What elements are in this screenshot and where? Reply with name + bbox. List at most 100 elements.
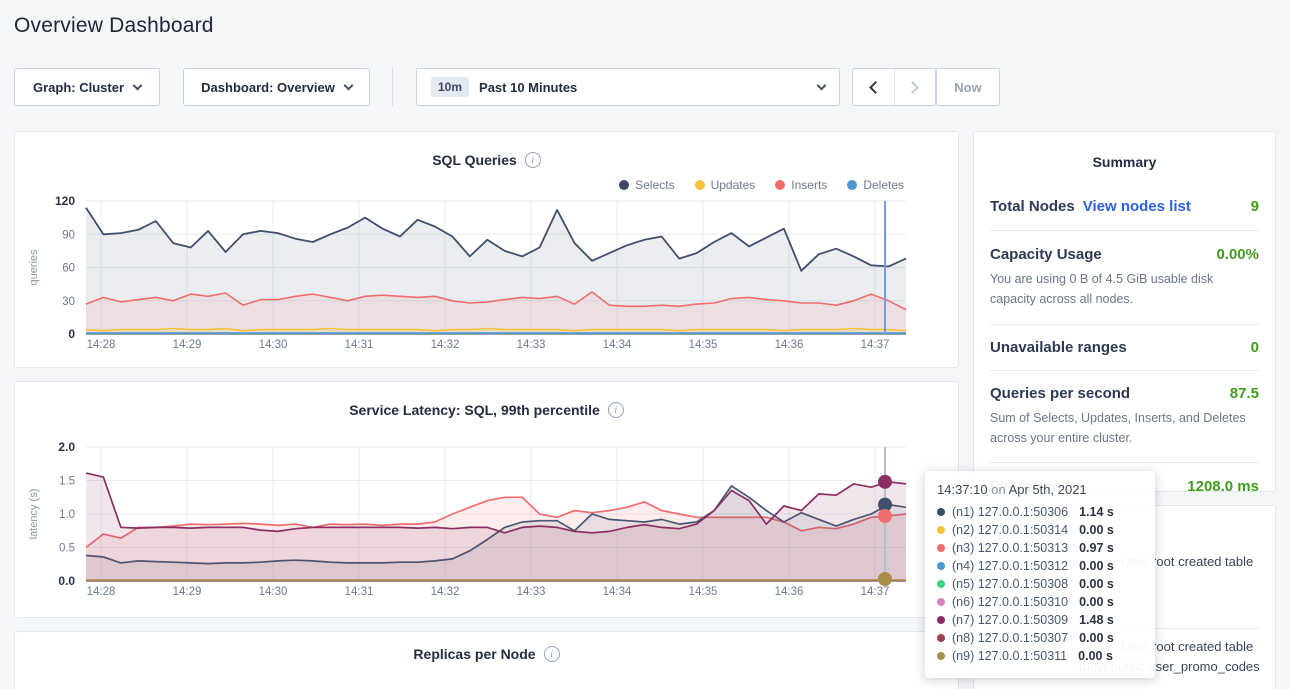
svg-text:14:33: 14:33 [517, 586, 546, 598]
time-step-buttons [852, 68, 936, 106]
total-nodes-row: Total Nodes View nodes list 9 [990, 198, 1259, 215]
series-dot [937, 634, 945, 642]
tooltip-node-list: (n1) 127.0.0.1:50306 1.14 s (n2) 127.0.0.1… [937, 503, 1143, 665]
tooltip-node-address: (n8) 127.0.0.1:50307 [952, 631, 1068, 645]
separator [990, 230, 1259, 231]
svg-text:14:32: 14:32 [431, 586, 460, 598]
tooltip-node-address: (n7) 127.0.0.1:50309 [952, 613, 1068, 627]
time-range-label: Past 10 Minutes [479, 80, 577, 95]
total-nodes-label: Total Nodes [990, 198, 1075, 215]
service-latency-chart[interactable]: 14:28 14:29 14:30 14:31 14:32 14:33 14:34 14:35… [15, 382, 958, 617]
tooltip-node-address: (n9) 127.0.0.1:50311 [952, 649, 1067, 663]
svg-text:120: 120 [55, 194, 75, 208]
time-range-dropdown[interactable]: 10m Past 10 Minutes [416, 68, 840, 106]
svg-text:14:30: 14:30 [259, 339, 288, 351]
tooltip-node-value: 0.00 s [1078, 649, 1113, 663]
view-nodes-list-link[interactable]: View nodes list [1083, 198, 1191, 215]
unavailable-ranges-label: Unavailable ranges [990, 339, 1127, 356]
svg-text:14:29: 14:29 [173, 586, 202, 598]
svg-text:30: 30 [62, 296, 75, 308]
svg-text:1.5: 1.5 [59, 476, 75, 488]
svg-text:14:31: 14:31 [345, 339, 374, 351]
series-dot [937, 598, 945, 606]
separator [990, 324, 1259, 325]
tooltip-node-address: (n5) 127.0.0.1:50308 [952, 577, 1068, 591]
capacity-usage-label: Capacity Usage [990, 246, 1102, 263]
svg-text:14:34: 14:34 [603, 586, 632, 598]
queries-per-second-description: Sum of Selects, Updates, Inserts, and De… [990, 408, 1259, 448]
tooltip-node-row: (n3) 127.0.0.1:503130.97 s [937, 539, 1143, 557]
chart-title-text: Replicas per Node [413, 646, 535, 662]
svg-text:14:28: 14:28 [87, 339, 116, 351]
queries-per-second-row: Queries per second 87.5 [990, 385, 1259, 402]
queries-per-second-label: Queries per second [990, 385, 1130, 402]
next-time-button[interactable] [894, 69, 936, 105]
tooltip-node-value: 1.48 s [1079, 613, 1114, 627]
info-icon[interactable] [544, 646, 560, 662]
chevron-left-icon [869, 81, 882, 94]
svg-text:latency (s): latency (s) [28, 489, 40, 540]
prev-time-button[interactable] [853, 69, 894, 105]
unavailable-ranges-row: Unavailable ranges 0 [990, 339, 1259, 356]
toolbar-divider [392, 68, 393, 106]
tooltip-node-row: (n8) 127.0.0.1:50307 0.00 s [937, 629, 1143, 647]
page-title: Overview Dashboard [14, 14, 214, 38]
svg-text:0.0: 0.0 [58, 574, 75, 588]
graph-scope-dropdown[interactable]: Graph: Cluster [14, 68, 160, 106]
queries-per-second-value: 87.5 [1230, 385, 1259, 402]
total-nodes-value: 9 [1251, 198, 1259, 215]
now-button[interactable]: Now [936, 68, 1000, 106]
svg-text:14:36: 14:36 [775, 339, 804, 351]
chevron-right-icon [906, 81, 919, 94]
tooltip-node-row: (n4) 127.0.0.1:503120.00 s [937, 557, 1143, 575]
svg-text:14:34: 14:34 [603, 339, 632, 351]
svg-text:60: 60 [62, 263, 75, 275]
svg-text:0: 0 [68, 327, 75, 341]
sql-queries-chart[interactable]: 14:2814:2914:3014:3114:3214:3314:3414:35… [15, 132, 958, 367]
dashboard-label: Dashboard: Overview [201, 80, 335, 95]
overview-dashboard-page: Overview Dashboard Graph: Cluster Dashbo… [0, 0, 1290, 689]
series-dot [937, 508, 945, 516]
tooltip-time: 14:37:10 [937, 482, 988, 497]
series-dot [937, 562, 945, 570]
separator [990, 462, 1259, 463]
svg-text:14:31: 14:31 [345, 586, 374, 598]
tooltip-node-value: 1.14 s [1079, 505, 1114, 519]
series-dot [937, 544, 945, 552]
chart-hover-tooltip: 14:37:10 on Apr 5th, 2021 (n1) 127.0.0.1… [925, 471, 1155, 678]
tooltip-node-row: (n6) 127.0.0.1:50310 0.00 s [937, 593, 1143, 611]
tooltip-node-address: (n2) 127.0.0.1:50314 [952, 523, 1068, 537]
graph-scope-label: Graph: Cluster [33, 80, 124, 95]
tooltip-node-row: (n5) 127.0.0.1:50308 0.00 s [937, 575, 1143, 593]
tooltip-on-word: on [991, 482, 1005, 497]
tooltip-node-address: (n3) 127.0.0.1:50313 [952, 541, 1068, 555]
tooltip-node-row: (n9) 127.0.0.1:50311 0.00 s [937, 647, 1143, 665]
tooltip-node-address: (n1) 127.0.0.1:50306 [952, 505, 1068, 519]
svg-text:14:37: 14:37 [861, 339, 890, 351]
svg-text:14:30: 14:30 [259, 586, 288, 598]
replicas-per-node-title: Replicas per Node [15, 646, 958, 662]
tooltip-node-value: 0.00 s [1079, 577, 1114, 591]
chevron-down-icon [343, 80, 353, 90]
svg-text:14:35: 14:35 [689, 339, 718, 351]
svg-text:14:33: 14:33 [517, 339, 546, 351]
svg-text:14:35: 14:35 [689, 586, 718, 598]
svg-text:1.0: 1.0 [59, 509, 75, 521]
dashboard-dropdown[interactable]: Dashboard: Overview [183, 68, 370, 106]
tooltip-node-value: 0.00 s [1079, 523, 1114, 537]
svg-text:2.0: 2.0 [58, 440, 75, 454]
tooltip-date: Apr 5th, 2021 [1009, 482, 1087, 497]
svg-text:14:37: 14:37 [861, 586, 890, 598]
tooltip-node-value: 0.00 s [1079, 631, 1114, 645]
p99-latency-value: 1208.0 ms [1187, 478, 1259, 495]
svg-text:14:28: 14:28 [87, 586, 116, 598]
summary-panel: Summary Total Nodes View nodes list 9 Ca… [973, 131, 1276, 492]
unavailable-ranges-value: 0 [1251, 339, 1259, 356]
tooltip-node-row: (n7) 127.0.0.1:50309 1.48 s [937, 611, 1143, 629]
tooltip-node-address: (n6) 127.0.0.1:50310 [952, 595, 1068, 609]
series-dot [937, 580, 945, 588]
capacity-usage-value: 0.00% [1216, 246, 1259, 263]
chevron-down-icon [817, 80, 827, 90]
svg-text:14:29: 14:29 [173, 339, 202, 351]
tooltip-node-value: 0.00 s [1079, 595, 1114, 609]
